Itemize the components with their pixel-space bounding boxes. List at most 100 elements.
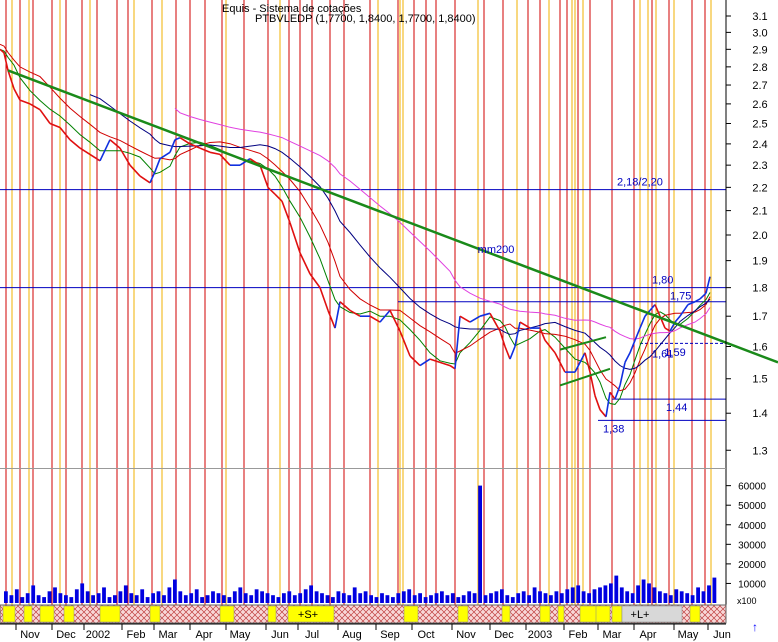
volume-bar-34 bbox=[189, 593, 194, 603]
volume-bar-108 bbox=[592, 589, 597, 603]
volume-bar-18 bbox=[102, 587, 106, 603]
date-tick-label-1: Dec bbox=[56, 629, 76, 641]
price-tick-label-13: 1.8 bbox=[752, 283, 767, 295]
volume-bar-89 bbox=[489, 593, 493, 603]
volume-bar-86 bbox=[472, 593, 477, 603]
price-tick-label-10: 2.1 bbox=[752, 206, 767, 218]
volume-bar-59 bbox=[325, 595, 330, 603]
strip-block-11 bbox=[501, 605, 511, 623]
volume-bar-1 bbox=[9, 595, 14, 603]
volume-bar-87 bbox=[478, 485, 482, 603]
volume-bar-46 bbox=[254, 589, 259, 603]
volume-bar-127 bbox=[696, 587, 700, 603]
price-tick-label-14: 1.7 bbox=[752, 311, 767, 323]
volume-bar-82 bbox=[450, 593, 455, 603]
volume-bar-20 bbox=[113, 595, 117, 603]
date-tick-label-10: Sep bbox=[380, 629, 400, 641]
volume-bar-122 bbox=[668, 595, 673, 603]
volume-bar-90 bbox=[494, 591, 499, 603]
volume-bar-42 bbox=[232, 591, 237, 603]
volume-bar-19 bbox=[107, 597, 112, 603]
hline-label-2: 1,75 bbox=[670, 291, 691, 303]
volume-bar-44 bbox=[243, 593, 248, 603]
volume-bar-52 bbox=[287, 591, 292, 603]
hline-label-4: 1,44 bbox=[666, 402, 687, 414]
volume-bar-36 bbox=[200, 597, 204, 603]
date-tick-label-17: Apr bbox=[639, 629, 656, 641]
volume-bar-125 bbox=[685, 593, 690, 603]
stock-chart: 2,18/2,201,801,751,611,441,38 mm2001,59 … bbox=[0, 0, 778, 642]
price-tick-label-7: 2.4 bbox=[752, 139, 767, 151]
volume-bar-128 bbox=[701, 591, 706, 603]
volume-bar-78 bbox=[429, 595, 433, 603]
volume-bar-102 bbox=[559, 593, 564, 603]
volume-bar-74 bbox=[407, 589, 412, 603]
volume-bar-65 bbox=[358, 593, 363, 603]
price-tick-label-12: 1.9 bbox=[752, 256, 767, 268]
volume-bar-50 bbox=[276, 597, 281, 603]
volume-bar-55 bbox=[303, 589, 308, 603]
hline-label-0: 2,18/2,20 bbox=[617, 177, 663, 189]
volume-bar-118 bbox=[647, 583, 651, 603]
volume-bar-8 bbox=[47, 591, 52, 603]
volume-bar-115 bbox=[630, 593, 635, 603]
scroll-up-arrow[interactable]: ↑ bbox=[752, 620, 758, 634]
date-tick-label-14: 2003 bbox=[528, 629, 552, 641]
volume-bar-110 bbox=[603, 585, 608, 603]
volume-bar-70 bbox=[385, 595, 390, 603]
strip-block-14 bbox=[579, 605, 599, 623]
volume-bar-98 bbox=[538, 591, 542, 603]
volume-bar-45 bbox=[249, 595, 254, 603]
volume-bar-95 bbox=[521, 591, 526, 603]
volume-bar-17 bbox=[96, 593, 101, 603]
strip-block-6 bbox=[219, 605, 235, 623]
volume-bar-22 bbox=[123, 585, 128, 603]
volume-bar-103 bbox=[565, 589, 570, 603]
volume-tick-label-0: 60000 bbox=[738, 482, 766, 493]
volume-bar-66 bbox=[363, 591, 368, 603]
strip-block-12 bbox=[539, 605, 551, 623]
volume-bar-7 bbox=[42, 597, 46, 603]
volume-tick-label-4: 20000 bbox=[738, 560, 766, 571]
volume-bar-77 bbox=[423, 597, 428, 603]
volume-bar-37 bbox=[205, 595, 210, 603]
volume-bar-121 bbox=[663, 593, 668, 603]
volume-bar-84 bbox=[461, 595, 466, 603]
volume-bar-81 bbox=[445, 595, 450, 603]
strip-block-0 bbox=[2, 605, 16, 623]
volume-bar-43 bbox=[238, 587, 243, 603]
volume-bar-6 bbox=[36, 595, 41, 603]
annotation-0: mm200 bbox=[478, 244, 515, 256]
volume-tick-label-3: 30000 bbox=[738, 540, 766, 551]
date-tick-label-9: Aug bbox=[342, 629, 362, 641]
volume-bar-94 bbox=[516, 593, 521, 603]
volume-bar-49 bbox=[271, 595, 275, 603]
volume-bar-2 bbox=[14, 589, 19, 603]
price-tick-label-8: 2.3 bbox=[752, 160, 767, 172]
date-tick-label-11: Oct bbox=[417, 629, 434, 641]
date-tick-label-16: Mar bbox=[603, 629, 622, 641]
volume-bar-48 bbox=[265, 593, 270, 603]
volume-bar-116 bbox=[636, 585, 640, 603]
volume-bar-71 bbox=[391, 597, 395, 603]
date-tick-label-19: Jun bbox=[713, 629, 731, 641]
date-tick-label-3: Feb bbox=[127, 629, 146, 641]
volume-bar-39 bbox=[216, 593, 221, 603]
strip-block-2 bbox=[39, 605, 55, 623]
date-tick-label-4: Mar bbox=[159, 629, 178, 641]
volume-bar-114 bbox=[625, 591, 630, 603]
volume-bar-100 bbox=[549, 595, 553, 603]
volume-tick-label-5: 10000 bbox=[738, 579, 766, 590]
annotation-1: 1,59 bbox=[664, 347, 685, 359]
volume-bar-99 bbox=[543, 593, 548, 603]
volume-bar-73 bbox=[401, 591, 406, 603]
volume-bar-26 bbox=[145, 597, 150, 603]
hline-label-5: 1,38 bbox=[603, 423, 624, 435]
strip-block-10 bbox=[457, 605, 469, 623]
volume-bar-56 bbox=[309, 585, 313, 603]
date-tick-label-12: Nov bbox=[456, 629, 476, 641]
volume-bar-33 bbox=[183, 595, 188, 603]
price-tick-label-17: 1.4 bbox=[752, 408, 767, 420]
volume-bar-83 bbox=[456, 597, 461, 603]
volume-bar-111 bbox=[609, 583, 613, 603]
